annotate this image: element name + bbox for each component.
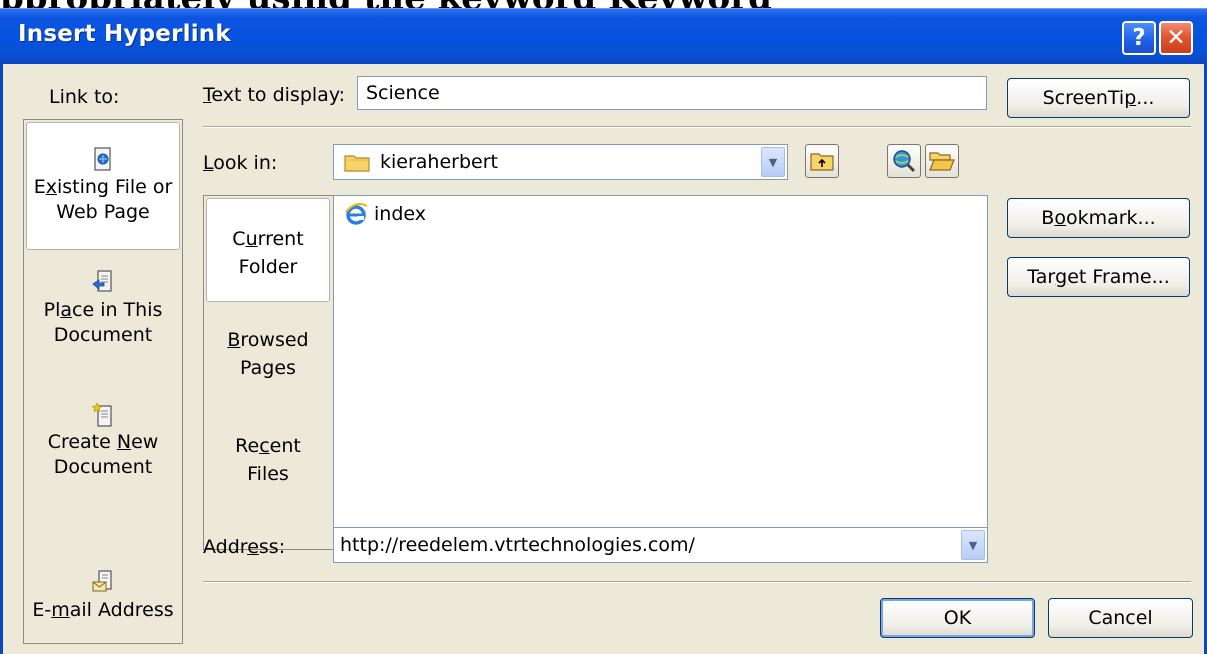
address-dropdown-arrow[interactable]: ▼	[961, 530, 985, 560]
email-address-icon	[92, 570, 112, 592]
ie-page-icon	[345, 203, 368, 225]
up-folder-icon	[810, 153, 834, 171]
bottom-separator	[203, 581, 1191, 583]
window-title: Insert Hyperlink	[18, 21, 231, 47]
address-label: Address:	[203, 536, 286, 558]
top-separator	[203, 126, 1191, 128]
folder-icon	[344, 155, 370, 172]
place-document-icon	[92, 270, 112, 292]
close-button[interactable]: ✕	[1159, 21, 1193, 55]
look-in-dropdown-arrow[interactable]: ▼	[761, 147, 785, 177]
title-bar[interactable]: Insert Hyperlink ? ✕	[0, 8, 1207, 64]
browse-file-button[interactable]	[925, 144, 959, 178]
cancel-button[interactable]: Cancel	[1048, 598, 1193, 638]
tab-current-folder[interactable]: Current Folder	[206, 198, 330, 302]
look-in-label: Look in:	[203, 152, 278, 174]
link-to-label: Link to:	[49, 86, 120, 108]
new-document-icon	[92, 402, 112, 427]
look-in-combo[interactable]: kieraherbert ▼	[333, 144, 788, 180]
place-existing-file[interactable]: Existing File or Web Page	[26, 122, 180, 250]
view-tabs: Current Folder Browsed Pages Recent File…	[203, 195, 334, 550]
address-combo[interactable]: http://reedelem.vtrtechnologies.com/ ▼	[333, 527, 988, 563]
open-folder-icon	[929, 152, 955, 171]
place-in-document[interactable]: Place in This Document	[26, 270, 180, 365]
place-create-new[interactable]: Create New Document	[26, 402, 180, 497]
help-button[interactable]: ?	[1122, 21, 1156, 55]
browse-web-button[interactable]	[887, 144, 921, 178]
ok-button[interactable]: OK	[880, 598, 1035, 638]
chevron-down-icon: ▼	[768, 155, 778, 169]
target-frame-button[interactable]: Tar g et Frame...	[1007, 257, 1190, 297]
close-icon: ✕	[1166, 25, 1186, 51]
help-icon: ?	[1132, 25, 1146, 51]
list-item[interactable]: index	[344, 202, 426, 226]
place-email-address[interactable]: E-mail Address	[26, 552, 180, 632]
dialog-body: Link to: Existing File or Web Page Place…	[0, 64, 1207, 654]
up-one-folder-button[interactable]	[805, 144, 839, 178]
link-to-bar: Existing File or Web Page Place in This …	[23, 119, 183, 644]
text-to-display-label: Text to display:	[203, 84, 346, 106]
browse-web-icon	[893, 150, 916, 173]
file-list[interactable]: index	[333, 195, 988, 550]
chevron-down-icon: ▼	[968, 538, 978, 552]
text-to-display-input[interactable]: Science	[357, 76, 987, 110]
existing-file-icon	[94, 147, 111, 171]
tab-browsed-pages[interactable]: Browsed Pages	[206, 326, 330, 396]
tab-recent-files[interactable]: Recent Files	[206, 432, 330, 502]
screentip-button[interactable]: ScreenTi p...	[1007, 78, 1190, 118]
bookmark-button[interactable]: Bo okmark...	[1007, 198, 1190, 238]
